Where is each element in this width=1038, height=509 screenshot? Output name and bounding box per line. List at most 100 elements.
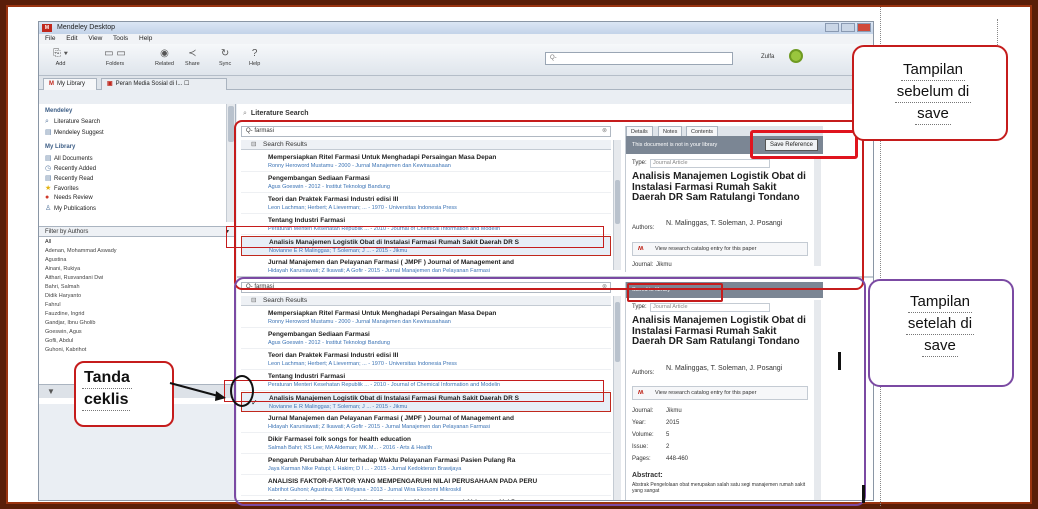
sync-label: Sync — [219, 61, 232, 67]
review-icon: ● — [45, 194, 50, 201]
tab-my-library[interactable]: M My Library — [43, 78, 97, 90]
add-label: Add — [55, 61, 66, 67]
search-icon: ⌕ — [243, 110, 247, 117]
menu-file[interactable]: File — [45, 35, 55, 42]
share-icon: ≺ — [188, 48, 197, 59]
selected-row-highlight — [226, 226, 604, 248]
folders-button[interactable]: ▭ ▭ Folders — [95, 47, 135, 67]
author-item[interactable]: Guhoni, Kabrihot — [45, 347, 86, 353]
tab-bar: M My Library ▣ Peran Media Sosial di I... … — [39, 76, 873, 90]
suggest-icon: ▤ — [45, 129, 52, 136]
check-mark-circle — [230, 375, 254, 407]
add-document-icon: ⎘ ▾ — [53, 48, 68, 59]
author-item[interactable]: Fauzdine, Ingrid — [45, 311, 84, 317]
minimize-button[interactable] — [825, 23, 839, 32]
breadcrumb: ⌕ Literature Search — [243, 110, 309, 118]
sidebar-item-recently-added[interactable]: ◷ Recently Added — [45, 164, 96, 172]
window-title: Mendeley Desktop — [57, 24, 115, 31]
author-item[interactable]: Agustina — [45, 257, 66, 263]
mendeley-tab-icon: M — [49, 81, 54, 87]
author-filter-list: All Adenan, Mohammad Aswady Agustina Ain… — [39, 238, 235, 378]
mendeley-logo-icon: M — [42, 24, 52, 32]
add-button[interactable]: ⎘ ▾ Add — [53, 47, 68, 67]
menu-view[interactable]: View — [88, 35, 102, 42]
related-button[interactable]: ◉ Related — [155, 47, 174, 67]
author-item[interactable]: Adenan, Mohammad Aswady — [45, 248, 117, 254]
arrow-icon — [169, 382, 226, 401]
slide-frame: M Mendeley Desktop File Edit View Tools … — [6, 5, 1032, 506]
folders-label: Folders — [105, 61, 125, 67]
author-item[interactable]: Gandjar, Ibnu Gholib — [45, 320, 95, 326]
callout-line: save — [922, 335, 958, 357]
global-search-input[interactable]: Q- — [545, 52, 733, 65]
author-item[interactable]: Ainani, Rukiya — [45, 266, 80, 272]
avatar[interactable] — [789, 49, 803, 63]
after-save-label: Tampilan setelah di save — [884, 291, 996, 357]
cursor-mark — [838, 352, 841, 370]
share-label: Share — [185, 61, 200, 67]
cursor-mark — [862, 485, 865, 503]
filter-icon[interactable]: ▼ — [47, 387, 55, 396]
save-reference-highlight — [750, 130, 858, 159]
close-button[interactable] — [857, 23, 871, 32]
author-item[interactable]: Bahri, Salmah — [45, 284, 80, 290]
tab-my-library-label: My Library — [57, 81, 86, 87]
callout-line: ceklis — [82, 389, 131, 411]
sidebar-item-literature-search[interactable]: ⌕ Literature Search — [45, 118, 100, 126]
sidebar-item-all-documents[interactable]: ▤ All Documents — [45, 154, 93, 162]
before-save-label: Tampilan sebelum di save — [878, 59, 988, 125]
sync-button[interactable]: ↻ Sync — [219, 47, 231, 67]
documents-icon: ▤ — [45, 155, 52, 162]
maximize-button[interactable] — [841, 23, 855, 32]
callout-line: Tampilan — [907, 291, 973, 313]
share-button[interactable]: ≺ Share — [185, 47, 200, 67]
sidebar-item-label: Needs Review — [54, 195, 93, 201]
selected-row-highlight — [224, 380, 604, 402]
callout-line: save — [915, 103, 951, 125]
menu-bar: File Edit View Tools Help — [39, 34, 873, 44]
sidebar-item-favorites[interactable]: ★ Favorites — [45, 184, 79, 192]
sidebar-item-my-publications[interactable]: ♙ My Publications — [45, 204, 96, 212]
author-item[interactable]: All — [45, 239, 51, 245]
saved-banner-highlight — [627, 283, 723, 302]
author-item[interactable]: Gofli, Abdul — [45, 338, 73, 344]
check-mark-label: Tanda ceklis — [82, 367, 166, 411]
sidebar-item-label: Mendeley Suggest — [54, 130, 104, 136]
sidebar-item-label: Recently Added — [54, 166, 97, 172]
author-item[interactable]: Aithari, Rusvandani Dwi — [45, 275, 103, 281]
author-item[interactable]: Didik Haryanto — [45, 293, 81, 299]
callout-line: setelah di — [905, 313, 975, 335]
user-name[interactable]: Zulfa — [761, 54, 774, 60]
sidebar-item-label: Recently Read — [54, 176, 94, 182]
filter-by-authors-select[interactable]: Filter by Authors ▾ — [39, 226, 235, 237]
author-item[interactable]: Goeswin, Agus — [45, 329, 82, 335]
sidebar-header-mendeley: Mendeley — [45, 108, 73, 114]
pdf-icon: ▣ — [107, 81, 113, 87]
sidebar: Mendeley ⌕ Literature Search ▤ Mendeley Su… — [39, 104, 236, 404]
clock-icon: ◷ — [45, 165, 52, 172]
read-icon: ▤ — [45, 175, 52, 182]
sidebar-item-label: My Publications — [54, 206, 97, 212]
menu-edit[interactable]: Edit — [66, 35, 77, 42]
help-button[interactable]: ? Help — [249, 47, 260, 67]
related-label: Related — [155, 61, 174, 67]
menu-tools[interactable]: Tools — [113, 35, 128, 42]
menu-help[interactable]: Help — [139, 35, 152, 42]
sidebar-item-needs-review[interactable]: ● Needs Review — [45, 194, 93, 201]
sidebar-item-recently-read[interactable]: ▤ Recently Read — [45, 174, 93, 182]
sidebar-item-label: Literature Search — [54, 119, 101, 125]
help-label: Help — [249, 61, 261, 67]
filter-label: Filter by Authors — [45, 229, 89, 235]
related-icon: ◉ — [160, 48, 169, 59]
callout-line: Tanda — [82, 367, 132, 389]
tab-document-label: Peran Media Sosial di I... — [115, 81, 183, 87]
search-icon: ⌕ — [45, 118, 49, 125]
tab-document[interactable]: ▣ Peran Media Sosial di I... ☐ — [101, 78, 227, 90]
folder-icon: ▭ ▭ — [104, 48, 126, 59]
user-icon: ♙ — [45, 205, 52, 212]
toolbar: ⎘ ▾ Add ▭ ▭ Folders ◉ Related ≺ Share ↻ Sync … — [39, 44, 873, 76]
author-item[interactable]: Fahrul — [45, 302, 61, 308]
sidebar-header-library: My Library — [45, 144, 76, 150]
sync-icon: ↻ — [220, 48, 230, 59]
sidebar-item-mendeley-suggest[interactable]: ▤ Mendeley Suggest — [45, 128, 104, 136]
